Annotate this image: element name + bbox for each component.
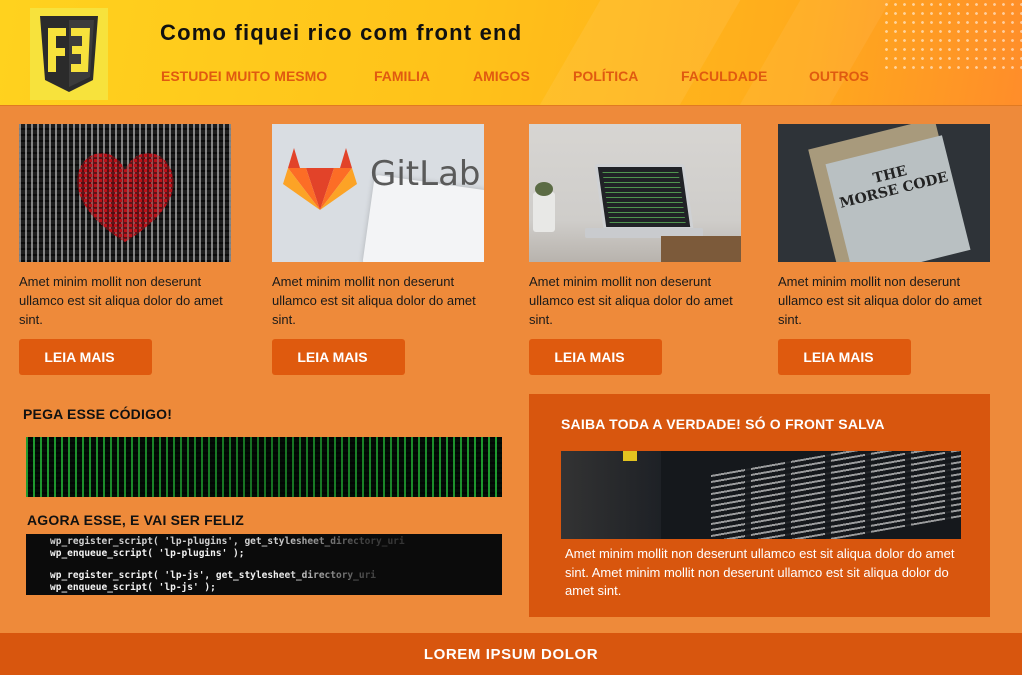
wordpress-code-image[interactable]: wp_register_script( 'lp-plugins', get_st… xyxy=(26,534,502,595)
laptop-screen xyxy=(594,164,694,230)
panel-heading: SAIBA TODA A VERDADE! SÓ O FRONT SALVA xyxy=(561,416,885,432)
nav-item-estudei[interactable]: ESTUDEI MUITO MESMO xyxy=(161,68,327,84)
read-more-button[interactable]: LEIA MAIS xyxy=(19,339,152,375)
article-card: GitLab Amet minim mollit non deserunt ul… xyxy=(272,124,486,375)
gitlab-logo-icon xyxy=(283,148,357,210)
heart-icon xyxy=(77,152,174,242)
plant-icon xyxy=(535,182,553,196)
featured-panel: SAIBA TODA A VERDADE! SÓ O FRONT SALVA A… xyxy=(529,394,990,617)
card-description: Amet minim mollit non deserunt ullamco e… xyxy=(272,274,476,327)
panel-description: Amet minim mollit non deserunt ullamco e… xyxy=(565,546,955,598)
header-dot-pattern xyxy=(882,0,1022,70)
gitlab-wordmark: GitLab xyxy=(370,154,481,194)
article-card: THE MORSE CODE Amet minim mollit non des… xyxy=(778,124,992,375)
read-more-button[interactable]: LEIA MAIS xyxy=(778,339,911,375)
site-logo[interactable] xyxy=(30,8,108,100)
article-card: Amet minim mollit non deserunt ullamco e… xyxy=(19,124,233,375)
gitlab-image[interactable]: GitLab xyxy=(272,124,484,262)
card-description: Amet minim mollit non deserunt ullamco e… xyxy=(778,274,982,327)
nav-item-familia[interactable]: FAMILIA xyxy=(374,68,430,84)
code-heading: AGORA ESSE, E VAI SER FELIZ xyxy=(27,512,244,528)
card-description: Amet minim mollit non deserunt ullamco e… xyxy=(529,274,733,327)
nav-item-faculdade[interactable]: FACULDADE xyxy=(681,68,767,84)
laptop-image[interactable] xyxy=(529,124,741,262)
card-description: Amet minim mollit non deserunt ullamco e… xyxy=(19,274,223,327)
read-more-button[interactable]: LEIA MAIS xyxy=(529,339,662,375)
desk-item xyxy=(661,236,741,262)
js-shield-icon xyxy=(40,16,98,92)
nav-item-politica[interactable]: POLÍTICA xyxy=(573,68,638,84)
read-more-button[interactable]: LEIA MAIS xyxy=(272,339,405,375)
code-heading: PEGA ESSE CÓDIGO! xyxy=(23,406,173,422)
morse-book-image[interactable]: THE MORSE CODE xyxy=(778,124,990,262)
site-title: Como fiquei rico com front end xyxy=(160,20,523,45)
footer-text: LOREM IPSUM DOLOR xyxy=(423,645,599,663)
binary-heart-image[interactable] xyxy=(19,124,231,262)
article-card: Amet minim mollit non deserunt ullamco e… xyxy=(529,124,743,375)
nav-item-outros[interactable]: OUTROS xyxy=(809,68,869,84)
site-footer: LOREM IPSUM DOLOR xyxy=(0,633,1022,675)
plant-pot xyxy=(533,192,555,232)
nav-item-amigos[interactable]: AMIGOS xyxy=(473,68,530,84)
terminal-image[interactable] xyxy=(561,451,961,539)
site-header: Como fiquei rico com front end ESTUDEI M… xyxy=(0,0,1022,106)
matrix-code-image[interactable] xyxy=(26,437,502,497)
header-decoration xyxy=(496,0,764,105)
